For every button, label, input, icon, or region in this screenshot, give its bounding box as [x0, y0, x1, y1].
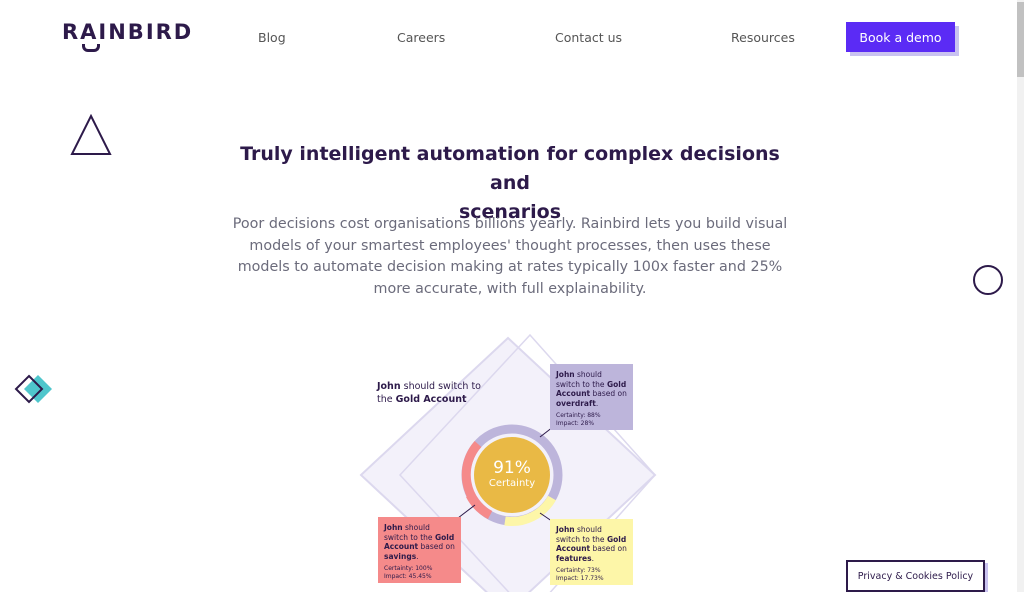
nav-blog[interactable]: Blog [258, 30, 286, 45]
nav-contact[interactable]: Contact us [555, 30, 622, 45]
logo-text: RAINBIRD [62, 20, 194, 44]
nav-resources[interactable]: Resources [731, 30, 795, 45]
rainbird-logo[interactable]: RAINBIRD [62, 20, 193, 44]
certainty-gauge: 91% Certainty [472, 458, 552, 489]
certainty-label: Certainty [488, 478, 536, 489]
diamond-decoration-icon [14, 374, 52, 404]
triangle-decoration-icon [70, 114, 112, 155]
scrollbar-thumb[interactable] [1017, 2, 1024, 77]
logo-bird-icon [82, 44, 100, 52]
hero-description: Poor decisions cost organisations billio… [232, 216, 788, 298]
scrollbar[interactable] [1017, 0, 1024, 592]
reason-card-savings: John should switch to the Gold Account b… [378, 517, 461, 583]
decision-headline: John should switch to the Gold Account [377, 381, 481, 405]
book-demo-button[interactable]: Book a demo [846, 22, 955, 52]
reason-card-overdraft: John should switch to the Gold Account b… [550, 364, 633, 430]
privacy-cookies-button[interactable]: Privacy & Cookies Policy [846, 560, 985, 592]
certainty-value: 91% [493, 458, 531, 478]
reason-card-features: John should switch to the Gold Account b… [550, 519, 633, 585]
circle-decoration-icon [973, 265, 1003, 295]
nav-careers[interactable]: Careers [397, 30, 445, 45]
